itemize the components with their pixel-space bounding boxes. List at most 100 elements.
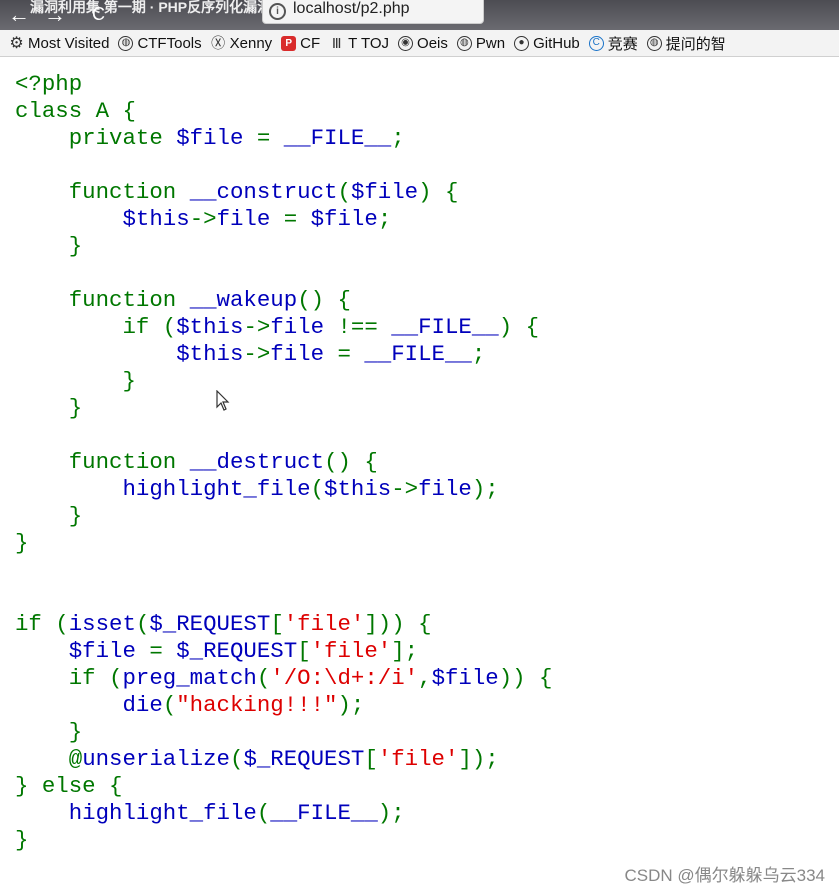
oeis-icon: ◉ [398,35,414,51]
code-token: class A { [15,98,136,124]
reload-icon[interactable]: C [92,4,105,25]
code-token: ); [377,800,405,826]
code-token: __wakeup [189,287,298,313]
code-token: function [15,449,190,475]
code-token: $this [15,341,244,367]
code-token: file [418,476,472,502]
code-token: ) { [418,179,459,205]
bookmark-label: T TOJ [348,34,390,52]
code-token: "hacking!!!" [176,692,338,718]
bookmark-item[interactable]: Ⓧ Xenny [211,34,273,52]
bookmark-label: Xenny [229,34,273,52]
code-token: $_REQUEST [243,746,365,772]
code-token: -> [243,341,271,367]
bookmark-label: Pwn [475,34,506,52]
code-token: file [216,206,271,232]
code-token: if ( [15,611,69,637]
url-bar[interactable]: i localhost/p2.php [262,0,484,24]
code-token: $file [431,665,499,691]
bookmark-label: 提问的智 [665,35,726,53]
code-token: __FILE__ [364,341,472,367]
tab-title[interactable]: 漏洞利用集 第一期 · PHP反序列化漏洞绕过 [30,0,299,17]
code-token: __destruct [189,449,325,475]
code-line: if (preg_match('/O:\d+:/i',$file)) { [15,665,553,692]
code-token: $_REQUEST [149,611,271,637]
code-token: $this [324,476,392,502]
bookmark-item[interactable]: P CF [281,35,320,52]
code-token: [ [364,746,378,772]
code-token: file [270,341,325,367]
code-token: -> [243,314,271,340]
contest-icon: C [588,35,604,51]
bookmarks-toolbar: ⚙ Most Visited ◍ CTFTools Ⓧ Xenny P CF Ⅲ T TOJ ◉ Oe… [0,30,839,57]
bookmark-item[interactable]: Ⅲ T TOJ [329,35,389,52]
code-token: ( [256,800,271,826]
bookmark-item[interactable]: ⚙ Most Visited [9,35,109,52]
code-token: function [15,287,190,313]
code-token: function [15,179,190,205]
code-line: } [15,827,553,854]
code-token: ); [471,476,499,502]
code-token: = [243,125,284,151]
code-token: $file [310,206,378,232]
code-token: $this [15,206,190,232]
xenny-icon: Ⓧ [211,34,226,51]
code-token: ( [256,665,271,691]
code-token: -> [189,206,217,232]
bookmark-item[interactable]: C 竞赛 [588,33,638,54]
code-token: __FILE__ [391,314,499,340]
code-token: ( [230,746,244,772]
code-token: } [15,233,83,259]
bookmark-item[interactable]: ◍ CTFTools [118,35,202,52]
mouse-pointer-icon [216,390,230,411]
code-line: } else { [15,773,553,800]
code-line: highlight_file(__FILE__); [15,800,553,827]
code-token: } [15,530,29,556]
code-token: isset [68,611,136,637]
code-token: $this [176,314,244,340]
code-line: if (isset($_REQUEST['file'])) { [15,611,553,638]
bookmark-item[interactable]: ◍ 提问的智 [646,33,726,54]
code-token: private [15,125,177,151]
info-icon[interactable]: i [269,3,286,20]
code-token: () { [324,449,378,475]
code-token: } [15,503,83,529]
bookmark-item[interactable]: ◍ Pwn [456,34,506,52]
gear-icon: ⚙ [9,34,24,52]
code-token: __FILE__ [283,125,392,151]
code-token: [ [297,638,311,664]
code-token: ( [337,179,351,205]
php-source-code: <?php class A { private $file = __FILE__;… [15,71,553,854]
code-line: $this->file = $file; [15,206,553,233]
code-token: = [135,638,177,664]
code-line: } [15,503,553,530]
code-token: ; [377,206,392,232]
code-token: } [15,395,83,421]
code-token: -> [391,476,419,502]
code-token: 'file' [283,611,365,637]
code-token: )) { [498,665,553,691]
code-token: , [418,665,432,691]
url-text[interactable]: localhost/p2.php [293,0,410,18]
bookmark-item[interactable]: ◉ Oeis [398,35,448,52]
code-token: ( [135,611,150,637]
code-token: ) { [498,314,540,340]
back-arrow-icon[interactable]: ← [8,2,30,28]
code-line: } [15,719,553,746]
bookmark-item[interactable]: ● GitHub [514,35,580,52]
code-line: class A { [15,98,553,125]
bookmark-label: Oeis [417,34,448,52]
code-line: function __wakeup() { [15,287,553,314]
code-token: $file [176,125,244,151]
code-line: } [15,233,553,260]
code-token: ; [471,341,486,367]
code-line: private $file = __FILE__; [15,125,553,152]
bookmark-label: 竞赛 [607,35,638,53]
code-token: 'file' [310,638,392,664]
code-line: } [15,395,553,422]
code-line: die("hacking!!!"); [15,692,553,719]
bookmark-label: Most Visited [28,34,110,52]
